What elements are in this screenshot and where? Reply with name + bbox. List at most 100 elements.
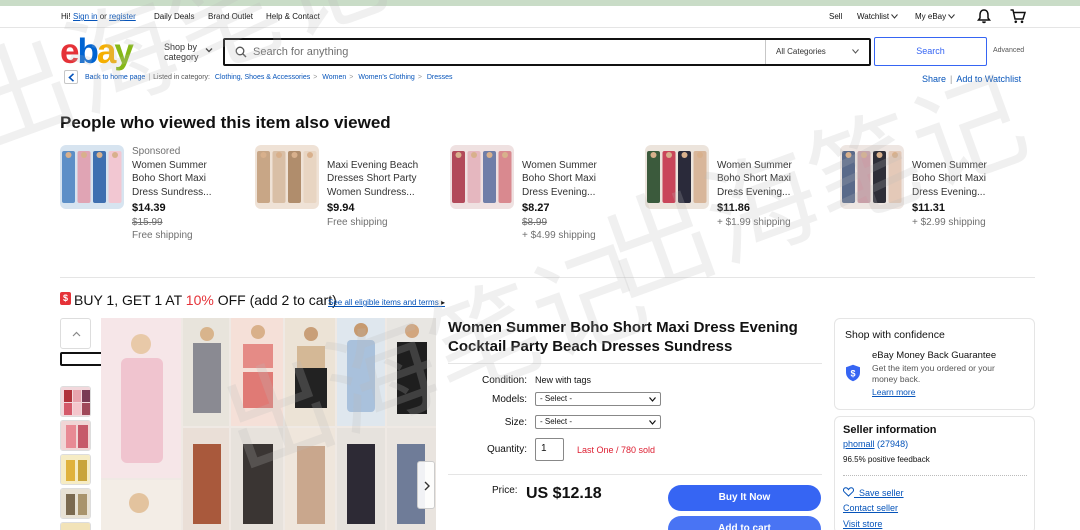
save-seller-link[interactable]: Save seller [843,487,904,498]
global-header: Hi! Sign in or register Daily Deals Bran… [0,6,1080,28]
seller-score[interactable]: (27948) [877,439,908,449]
search-input[interactable]: Search for anything [253,46,348,58]
also-viewed-price: $11.31 [912,202,946,214]
thumbnail-image[interactable] [60,522,91,530]
seller-heading: Seller information [843,424,937,436]
svg-text:$: $ [850,369,855,379]
breadcrumb-item[interactable]: Women's Clothing [358,74,414,81]
search-bar: Search for anything All Categories [223,38,871,66]
watchlist-link[interactable]: Watchlist [857,12,899,21]
product-collage-image [101,318,436,530]
also-viewed-item[interactable]: Women Summer Boho Short Maxi Dress Evening… [450,145,640,255]
contact-seller-link[interactable]: Contact seller [843,503,898,513]
sign-in-link[interactable]: Sign in [73,12,97,21]
price-label: Price: [492,485,518,496]
back-to-home-link[interactable]: Back to home page [85,74,145,81]
eligible-items-link[interactable]: See all eligible items and terms ▸ [328,298,445,307]
main-product-image[interactable] [101,318,436,530]
chevron-right-icon [424,481,430,491]
price-value: US $12.18 [526,485,602,502]
also-viewed-thumbnail[interactable] [450,145,514,209]
help-contact-link[interactable]: Help & Contact [266,12,320,21]
add-to-watchlist-link[interactable]: Add to Watchlist [956,74,1021,84]
also-viewed-shipping: + $4.99 shipping [522,230,596,241]
also-viewed-thumbnail[interactable] [645,145,709,209]
breadcrumb-item[interactable]: Women [322,74,346,81]
also-viewed-title-line: Dress Evening... [717,186,791,198]
also-viewed-title[interactable]: Women Summer Boho Short Maxi Dress Evening… [912,159,1027,200]
also-viewed-shipping: + $1.99 shipping [717,216,791,228]
also-viewed-title[interactable]: Women Summer Boho Short Maxi Dress Evening… [717,159,832,200]
guarantee-title: eBay Money Back Guarantee [872,350,997,361]
promo-banner: BUY 1, GET 1 AT 10% OFF (add 2 to cart) [74,292,337,308]
cart-icon[interactable] [1010,9,1027,26]
my-ebay-link[interactable]: My eBay [915,12,956,21]
bell-icon[interactable] [977,9,991,26]
daily-deals-link[interactable]: Daily Deals [154,12,194,21]
thumbnail-image[interactable] [60,488,91,519]
brand-outlet-link[interactable]: Brand Outlet [208,12,253,21]
stock-status: Last One / 780 sold [577,445,656,455]
also-viewed-item[interactable]: Women Summer Boho Short Maxi Dress Evening… [645,145,835,255]
models-select[interactable]: - Select - [535,392,661,406]
also-viewed-title-line: Boho Short Maxi [132,173,206,184]
condition-label: Condition: [481,375,527,386]
also-viewed-thumbnail[interactable] [60,145,124,209]
category-select[interactable]: All Categories [765,40,869,64]
also-viewed-details: Women Summer Boho Short Maxi Dress Evening… [717,145,832,229]
thumbnail-image[interactable] [60,420,91,451]
shop-with-confidence-panel: Shop with confidence $ eBay Money Back G… [834,318,1035,410]
also-viewed-title[interactable]: Women Summer Boho Short Maxi Dress Evening… [522,159,637,200]
thumbnail-up-arrow[interactable] [60,318,91,349]
also-viewed-thumbnail[interactable] [840,145,904,209]
also-viewed-item[interactable]: Sponsored Women Summer Boho Short Maxi Dres… [60,145,250,255]
add-to-cart-button[interactable]: Add to cart [668,516,821,530]
also-viewed-original-price: $15.99 [132,216,163,228]
condition-value: New with tags [535,375,592,385]
back-button[interactable] [64,70,78,84]
share-link[interactable]: Share [922,74,946,84]
thumbnail-image[interactable] [60,454,91,485]
also-viewed-item[interactable]: Maxi Evening Beach Dresses Short Party Wom… [255,145,445,255]
ebay-logo[interactable]: ebay [60,33,134,71]
shop-by-category-button[interactable]: Shop by category [164,42,199,62]
also-viewed-title-line: Maxi Evening Beach [327,159,419,171]
also-viewed-title-line: Women Summer [912,159,987,171]
also-viewed-title[interactable]: Women Summer Boho Short Maxi Dress Sundres… [132,159,247,200]
greeting: Hi! Sign in or register [61,12,136,21]
search-button[interactable]: Search [874,37,987,66]
also-viewed-price: $9.94 [327,202,355,214]
search-icon [235,46,247,58]
also-viewed-original-price: $8.99 [522,216,548,228]
confidence-heading: Shop with confidence [845,329,945,341]
breadcrumb-item[interactable]: Dresses [427,74,453,81]
advanced-search-link[interactable]: Advanced [993,47,1024,54]
also-viewed-thumbnail[interactable] [255,145,319,209]
seller-feedback: 96.5% positive feedback [843,455,930,464]
learn-more-link[interactable]: Learn more [872,387,915,397]
also-viewed-item[interactable]: Women Summer Boho Short Maxi Dress Evening… [840,145,1030,255]
models-label: Models: [491,394,527,405]
header-divider [0,27,1080,28]
share-watch-links: Share | Add to Watchlist [922,74,1022,84]
visit-store-link[interactable]: Visit store [843,519,882,529]
also-viewed-title-line: Boho Short Maxi [912,173,986,184]
price-divider [448,474,822,475]
seller-name[interactable]: phomall (27948) [843,439,908,449]
sell-link[interactable]: Sell [829,12,842,21]
chevron-up-icon [72,331,81,337]
seller-information-panel: Seller information phomall (27948) 96.5%… [834,416,1035,530]
thumbnail-image[interactable] [60,386,91,417]
register-link[interactable]: register [109,12,136,21]
breadcrumb-item[interactable]: Clothing, Shoes & Accessories [215,74,310,81]
quantity-input[interactable]: 1 [535,438,564,461]
also-viewed-title[interactable]: Maxi Evening Beach Dresses Short Party Wom… [327,159,442,200]
size-select[interactable]: - Select - [535,415,661,429]
buy-it-now-button[interactable]: Buy It Now [668,485,821,511]
also-viewed-title-line: Boho Short Maxi [522,173,596,184]
also-viewed-price: $11.86 [717,202,751,214]
gallery-next-button[interactable] [417,461,435,509]
